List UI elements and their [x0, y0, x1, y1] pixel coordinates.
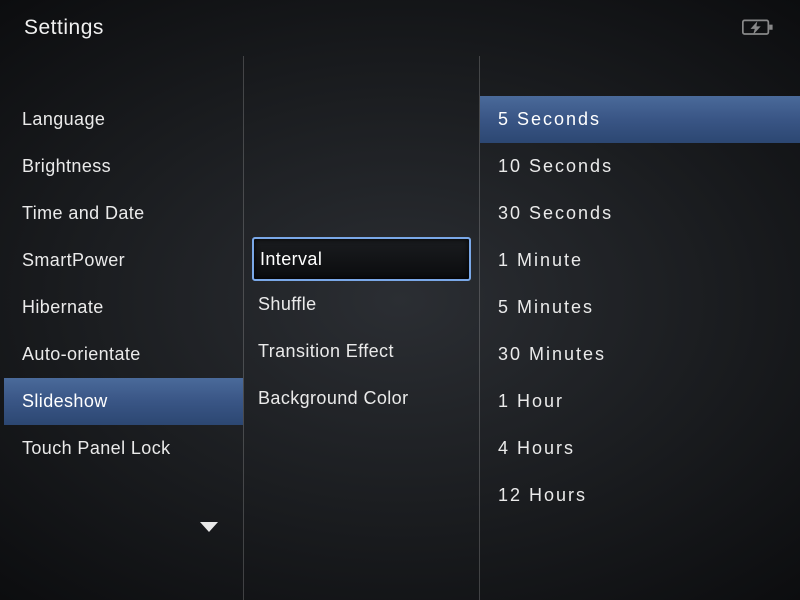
item-label: Hibernate [22, 297, 104, 318]
slideshow-options-list: Interval Shuffle Transition Effect Backg… [244, 56, 480, 600]
item-label: 1 Minute [498, 250, 583, 271]
value-30-seconds[interactable]: 30 Seconds [480, 190, 800, 237]
spacer [244, 96, 479, 237]
item-label: Brightness [22, 156, 111, 177]
item-label: Time and Date [22, 203, 145, 224]
item-label: 5 Minutes [498, 297, 594, 318]
category-hibernate[interactable]: Hibernate [4, 284, 243, 331]
category-smartpower[interactable]: SmartPower [4, 237, 243, 284]
category-auto-orientate[interactable]: Auto-orientate [4, 331, 243, 378]
value-5-minutes[interactable]: 5 Minutes [480, 284, 800, 331]
scroll-down-indicator[interactable] [198, 520, 220, 539]
battery-charging-icon [742, 17, 776, 39]
item-label: SmartPower [22, 250, 125, 271]
value-12-hours[interactable]: 12 Hours [480, 472, 800, 519]
category-language[interactable]: Language [4, 96, 243, 143]
item-label: 30 Seconds [498, 203, 613, 224]
page-title: Settings [24, 16, 104, 40]
item-label: Background Color [258, 388, 408, 409]
option-background-color[interactable]: Background Color [244, 375, 479, 422]
item-label: Interval [260, 249, 322, 270]
header: Settings [0, 0, 800, 56]
interval-values-list: 5 Seconds 10 Seconds 30 Seconds 1 Minute… [480, 56, 800, 600]
category-touch-panel-lock[interactable]: Touch Panel Lock [4, 425, 243, 472]
value-4-hours[interactable]: 4 Hours [480, 425, 800, 472]
item-label: Transition Effect [258, 341, 394, 362]
item-label: 1 Hour [498, 391, 564, 412]
category-time-and-date[interactable]: Time and Date [4, 190, 243, 237]
value-1-hour[interactable]: 1 Hour [480, 378, 800, 425]
settings-columns: Language Brightness Time and Date SmartP… [0, 56, 800, 600]
item-label: 10 Seconds [498, 156, 613, 177]
settings-category-list: Language Brightness Time and Date SmartP… [4, 56, 244, 600]
item-label: 12 Hours [498, 485, 587, 506]
item-label: 30 Minutes [498, 344, 606, 365]
item-label: Language [22, 109, 105, 130]
category-slideshow[interactable]: Slideshow [4, 378, 243, 425]
item-label: Shuffle [258, 294, 317, 315]
item-label: 5 Seconds [498, 109, 601, 130]
option-interval[interactable]: Interval [252, 237, 471, 281]
value-1-minute[interactable]: 1 Minute [480, 237, 800, 284]
option-shuffle[interactable]: Shuffle [244, 281, 479, 328]
value-5-seconds[interactable]: 5 Seconds [480, 96, 800, 143]
option-transition-effect[interactable]: Transition Effect [244, 328, 479, 375]
value-10-seconds[interactable]: 10 Seconds [480, 143, 800, 190]
item-label: Auto-orientate [22, 344, 141, 365]
value-30-minutes[interactable]: 30 Minutes [480, 331, 800, 378]
item-label: 4 Hours [498, 438, 575, 459]
item-label: Touch Panel Lock [22, 438, 171, 459]
category-brightness[interactable]: Brightness [4, 143, 243, 190]
item-label: Slideshow [22, 391, 108, 412]
